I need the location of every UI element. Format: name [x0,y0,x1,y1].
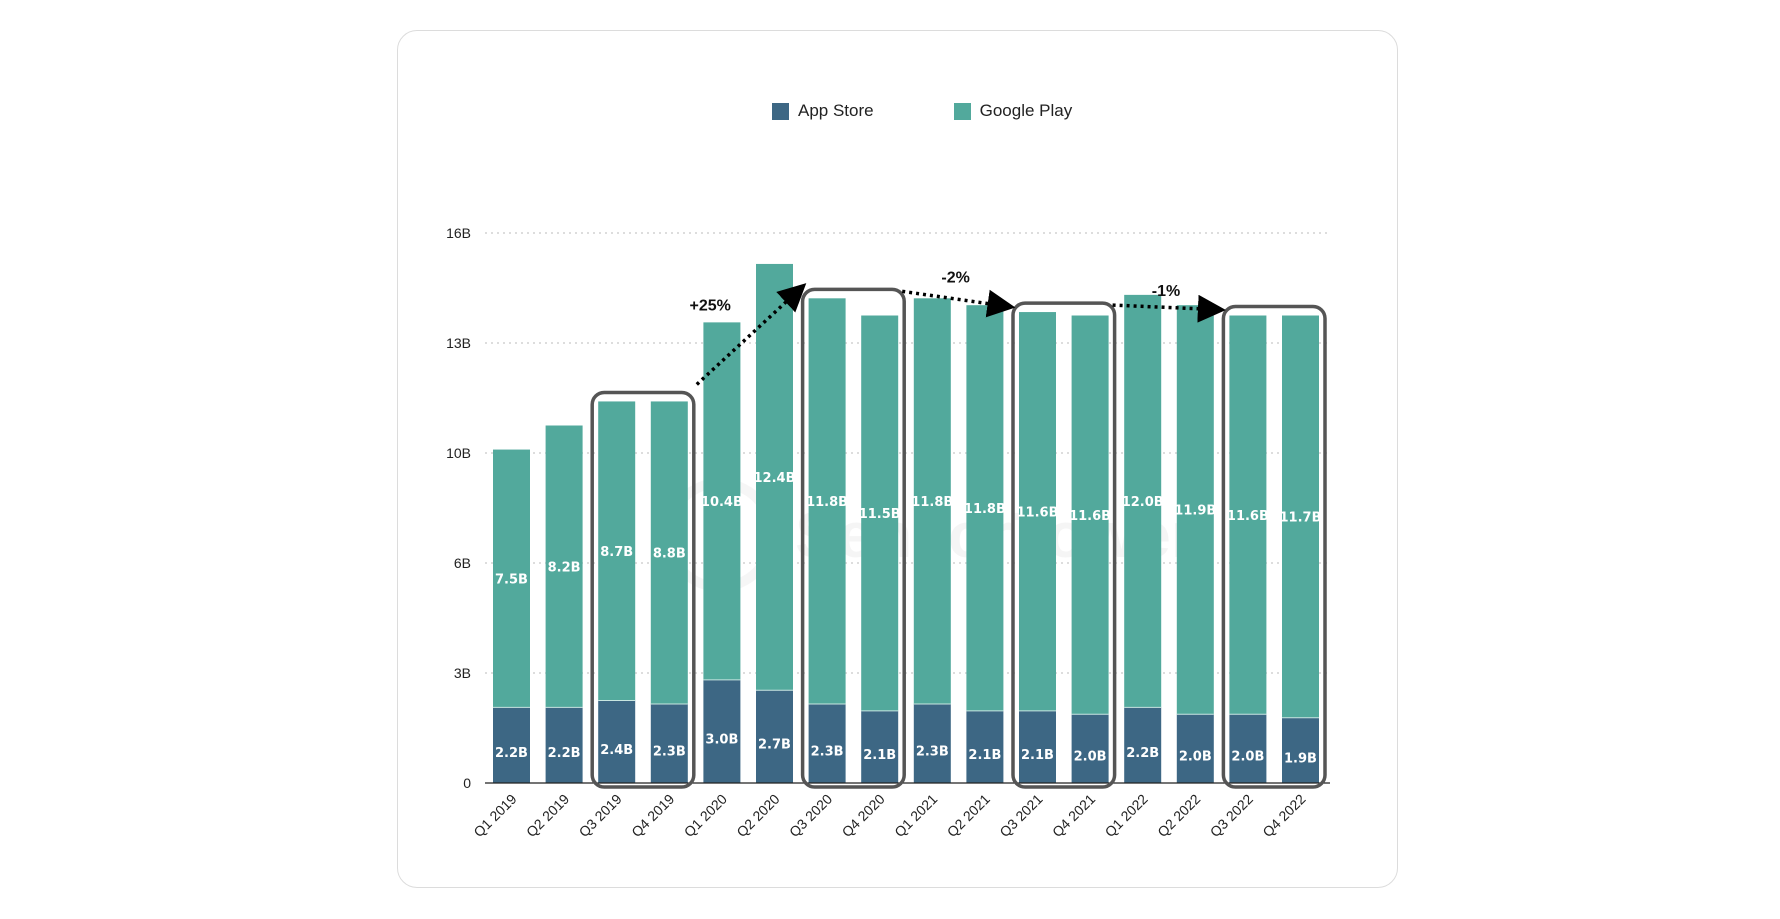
y-tick-label: 6B [454,555,471,571]
data-label-google-play: 11.8B [964,502,1006,517]
data-label-app-store: 2.4B [600,743,633,758]
x-tick-label: Q3 2019 [576,791,625,840]
data-label-app-store: 2.3B [916,744,949,759]
x-tick-label: Q4 2021 [1049,791,1098,840]
bar-app-store[interactable] [1176,714,1214,783]
data-label-app-store: 2.0B [1179,750,1212,765]
bar-app-store[interactable] [1124,707,1162,783]
data-label-app-store: 2.1B [968,748,1001,763]
y-tick-label: 3B [454,665,471,681]
data-label-app-store: 1.9B [1284,751,1317,766]
data-label-google-play: 11.5B [859,507,901,522]
bar-app-store[interactable] [598,700,636,784]
y-tick-label: 13B [446,335,471,351]
data-label-google-play: 11.9B [1174,504,1216,519]
data-label-app-store: 2.1B [863,748,896,763]
stacked-bar-chart: SensorTower 03B6B10B13B16B 2.2B7.5B2.2B8… [446,225,1330,840]
data-label-google-play: 11.8B [806,495,848,510]
x-tick-label: Q1 2022 [1102,791,1151,840]
data-label-app-store: 2.0B [1231,750,1264,765]
y-tick-label: 0 [463,775,471,791]
x-tick-label: Q4 2020 [839,791,888,840]
data-label-app-store: 2.1B [1021,748,1054,763]
x-tick-label: Q3 2020 [786,791,835,840]
bar-app-store[interactable] [1071,714,1109,783]
bar-app-store[interactable] [1019,710,1056,783]
data-label-google-play: 11.6B [1069,509,1111,524]
data-label-google-play: 12.4B [754,471,796,486]
x-tick-label: Q4 2019 [628,791,677,840]
bar-app-store[interactable] [966,710,1004,783]
y-tick-label: 10B [446,445,471,461]
data-label-app-store: 2.0B [1074,750,1107,765]
x-tick-label: Q2 2022 [1154,791,1203,840]
x-tick-label: Q3 2022 [1207,791,1256,840]
bar-app-store[interactable] [861,710,899,783]
data-label-app-store: 2.3B [811,744,844,759]
data-label-google-play: 11.6B [1227,509,1269,524]
data-label-google-play: 8.7B [600,545,633,560]
data-label-google-play: 8.8B [653,547,686,562]
x-tick-label: Q1 2020 [681,791,730,840]
data-label-google-play: 11.6B [1017,505,1059,520]
data-label-google-play: 11.7B [1280,511,1322,526]
data-label-app-store: 2.2B [548,746,581,761]
bar-app-store[interactable] [1282,717,1319,783]
bar-app-store[interactable] [913,703,951,783]
trend-percent-label: -2% [941,269,969,286]
data-label-google-play: 11.8B [911,495,953,510]
x-tick-label: Q2 2020 [733,791,782,840]
x-tick-label: Q3 2021 [996,791,1045,840]
trend-percent-label: +25% [690,297,731,314]
data-label-app-store: 2.3B [653,744,686,759]
trend-percent-label: -1% [1152,283,1180,300]
bar-app-store[interactable] [1229,714,1267,783]
data-label-app-store: 2.2B [1126,746,1159,761]
data-label-app-store: 2.7B [758,738,791,753]
bar-app-store[interactable] [808,703,846,783]
x-tick-label: Q2 2021 [944,791,993,840]
data-label-google-play: 10.4B [701,495,743,510]
bar-app-store[interactable] [545,707,583,783]
bar-app-store[interactable] [650,703,688,783]
data-label-app-store: 3.0B [705,732,738,747]
data-label-google-play: 7.5B [495,572,528,587]
x-tick-label: Q4 2022 [1259,791,1308,840]
data-label-google-play: 8.2B [548,560,581,575]
bar-app-store[interactable] [493,707,530,783]
x-tick-label: Q2 2019 [523,791,572,840]
bar-app-store[interactable] [703,679,741,783]
data-label-google-play: 12.0B [1122,495,1164,510]
x-tick-label: Q1 2021 [891,791,940,840]
x-tick-label: Q1 2019 [470,791,519,840]
data-label-app-store: 2.2B [495,746,528,761]
bar-app-store[interactable] [756,690,793,783]
y-tick-label: 16B [446,225,471,241]
